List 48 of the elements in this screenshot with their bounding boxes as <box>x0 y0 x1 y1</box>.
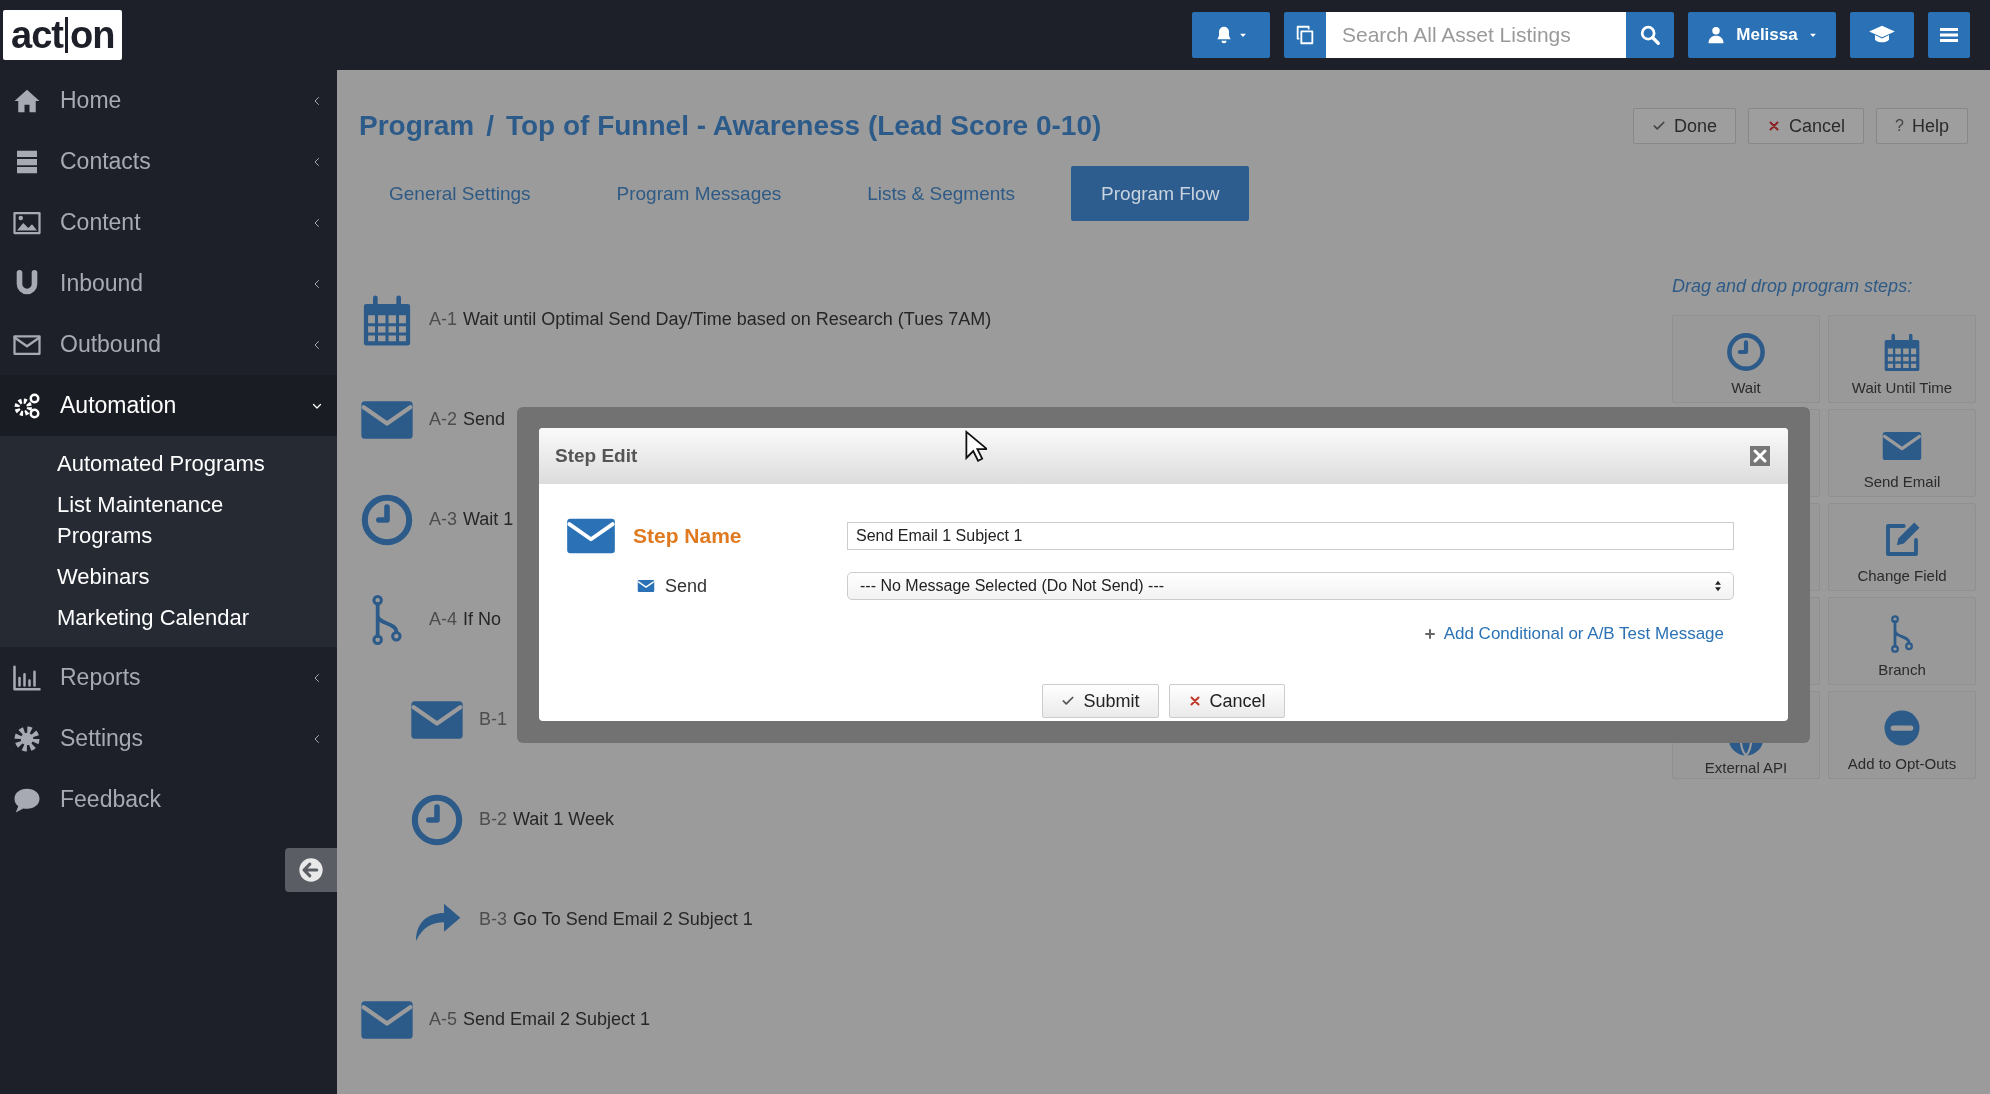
dialog-title: Step Edit <box>555 445 638 467</box>
step-label[interactable]: A-1 Wait until Optimal Send Day/Time based on Research (Tues 7AM) <box>429 309 992 330</box>
search-field[interactable]: Search All Asset Listings <box>1326 12 1626 58</box>
submenu-item[interactable]: Marketing Calendar <box>57 602 267 633</box>
field-label: Step Name <box>633 524 742 548</box>
logo[interactable]: act on <box>3 10 123 60</box>
sidebar-item[interactable]: Outbound <box>0 314 337 375</box>
step-label[interactable]: B-3 Go To Send Email 2 Subject 1 <box>479 909 753 930</box>
sidebar-item[interactable]: Automation <box>0 375 337 436</box>
page-title: Top of Funnel - Awareness (Lead Score 0-10) <box>505 110 1102 142</box>
user-menu-button[interactable]: Melissa <box>1688 12 1836 58</box>
question-mark-icon: ? <box>1895 117 1904 135</box>
submenu-item[interactable]: Webinars <box>57 561 267 592</box>
sidebar-item[interactable]: Reports <box>0 647 337 708</box>
step-tile[interactable]: Change Field <box>1828 503 1976 591</box>
logo-text: act <box>11 16 63 54</box>
action-button[interactable]: ? Help <box>1876 108 1968 144</box>
step-tile[interactable]: Branch <box>1828 597 1976 685</box>
action-button[interactable]: Cancel <box>1748 108 1865 144</box>
step-label[interactable]: A-2 Send <box>429 409 506 430</box>
step-tile[interactable]: Wait Until Time <box>1828 315 1976 403</box>
add-message-link[interactable]: Add Conditional or A/B Test Message <box>1443 624 1724 644</box>
palette-title: Drag and drop program steps: <box>1672 276 1914 297</box>
submenu-item[interactable]: List Maintenance Programs <box>57 489 267 551</box>
field-label: Send <box>665 575 708 597</box>
logo-text: on <box>69 16 115 54</box>
breadcrumb-separator: / <box>486 110 494 142</box>
dialog-button[interactable]: Cancel <box>1168 684 1285 718</box>
step-tile[interactable]: Add to Opt-Outs <box>1828 691 1976 779</box>
sidebar-item[interactable]: Content <box>0 192 337 253</box>
sidebar-item[interactable]: Home <box>0 70 337 131</box>
sidebar-item[interactable]: Inbound <box>0 253 337 314</box>
step-name-field[interactable]: Send Email 1 Subject 1 <box>847 522 1734 550</box>
submenu-item[interactable]: Automated Programs <box>57 448 267 479</box>
sidebar-item[interactable]: Feedback <box>0 769 337 830</box>
step-label[interactable]: A-3 Wait 1 <box>429 509 514 530</box>
step-label[interactable]: A-5 Send Email 2 Subject 1 <box>429 1009 651 1030</box>
dialog-button[interactable]: Submit <box>1042 684 1159 718</box>
step-label[interactable]: B-1 <box>479 709 507 730</box>
message-select[interactable]: --- No Message Selected (Do Not Send) --- <box>847 572 1734 600</box>
sidebar-item[interactable]: Contacts <box>0 131 337 192</box>
tab[interactable]: Program Flow <box>1071 166 1250 221</box>
step-label[interactable]: A-4 If No <box>429 609 502 630</box>
step-tile[interactable]: Send Email <box>1828 409 1976 497</box>
step-label[interactable]: B-2 Wait 1 Week <box>479 809 615 830</box>
sidebar-item[interactable]: Settings <box>0 708 337 769</box>
action-button[interactable]: Done <box>1633 108 1737 144</box>
step-tile[interactable]: Wait <box>1672 315 1820 403</box>
